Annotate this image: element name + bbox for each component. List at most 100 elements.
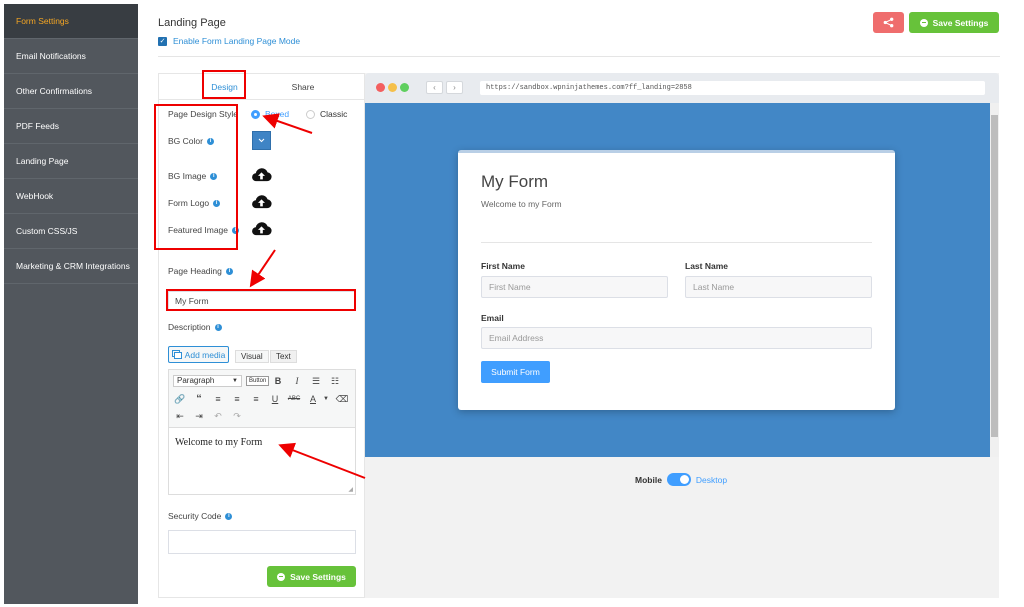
first-name-input[interactable]: First Name — [481, 276, 668, 298]
info-icon: i — [232, 226, 240, 234]
sidebar-item-custom-css-js[interactable]: Custom CSS/JS — [4, 214, 138, 249]
form-logo-text: Form Logo — [168, 198, 210, 208]
sidebar-item-landing-page[interactable]: Landing Page — [4, 144, 138, 179]
bg-color-label: BG Color i — [168, 136, 214, 146]
form-logo-cloud-upload-icon[interactable] — [251, 194, 272, 210]
last-name-label: Last Name — [685, 261, 728, 271]
chevron-down-icon: ▼ — [232, 378, 238, 384]
save-settings-bottom-button[interactable]: Save Settings — [267, 566, 356, 587]
info-icon: i — [225, 267, 233, 275]
tab-share[interactable]: Share — [279, 74, 327, 100]
radio-boxed-circle[interactable] — [251, 109, 260, 119]
strikethrough-icon[interactable]: ABC — [287, 393, 301, 406]
page-heading-input[interactable]: My Form — [168, 291, 355, 311]
numbered-list-icon[interactable]: ☷ — [328, 375, 342, 388]
save-settings-bottom-label: Save Settings — [290, 571, 346, 582]
share-icon — [883, 17, 894, 28]
submit-form-button[interactable]: Submit Form — [481, 361, 550, 383]
close-dot-icon — [376, 83, 385, 92]
device-toggle: Mobile Desktop — [635, 473, 727, 486]
enable-landing-row[interactable]: ✓ Enable Form Landing Page Mode — [158, 36, 300, 46]
blockquote-icon[interactable]: “ — [192, 393, 206, 406]
device-switch[interactable] — [666, 473, 691, 486]
paragraph-select-value: Paragraph — [177, 376, 215, 385]
tab-design[interactable]: Design — [203, 74, 246, 100]
form-title: My Form — [481, 172, 549, 191]
chevron-left-icon[interactable]: ‹ — [426, 81, 443, 94]
align-right-icon[interactable]: ≡ — [249, 393, 263, 406]
eraser-icon[interactable]: ⌫ — [335, 393, 349, 406]
sidebar-item-form-settings[interactable]: Form Settings — [4, 4, 138, 39]
description-editor: Paragraph ▼ Button B I ☰ ☷ 🔗 “ ≡ ≡ ≡ U AB… — [168, 369, 356, 495]
sidebar-item-marketing-crm[interactable]: Marketing & CRM Integrations — [4, 249, 138, 284]
sidebar-item-other-confirmations[interactable]: Other Confirmations — [4, 74, 138, 109]
sidebar-item-webhook[interactable]: WebHook — [4, 179, 138, 214]
editor-tab-text[interactable]: Text — [270, 350, 297, 363]
form-divider — [481, 242, 872, 243]
preview-scrollbar[interactable] — [990, 103, 999, 457]
bold-icon[interactable]: B — [271, 375, 285, 388]
save-settings-button[interactable]: Save Settings — [909, 12, 999, 33]
email-input[interactable]: Email Address — [481, 327, 872, 349]
bg-image-cloud-upload-icon[interactable] — [251, 167, 272, 183]
page-design-style-label: Page Design Style — [168, 109, 238, 119]
landing-preview-canvas: My Form Welcome to my Form First Name Fi… — [365, 103, 990, 457]
page-title: Landing Page — [158, 17, 226, 29]
page-design-style-text: Page Design Style — [168, 109, 238, 119]
undo-icon[interactable]: ↶ — [211, 410, 225, 423]
media-icon — [171, 350, 182, 359]
share-button[interactable] — [873, 12, 904, 33]
editor-tab-visual[interactable]: Visual — [235, 350, 269, 363]
button-shortcode-tool[interactable]: Button — [246, 376, 270, 386]
page-heading-text: Page Heading — [168, 266, 222, 276]
featured-image-cloud-upload-icon[interactable] — [251, 221, 272, 237]
chevron-down-icon[interactable]: ▼ — [319, 393, 333, 406]
form-description: Welcome to my Form — [481, 199, 562, 209]
divider — [158, 56, 1000, 57]
align-left-icon[interactable]: ≡ — [211, 393, 225, 406]
bullet-list-icon[interactable]: ☰ — [309, 375, 323, 388]
text-color-icon[interactable]: A — [306, 393, 320, 406]
desktop-label[interactable]: Desktop — [696, 475, 727, 485]
resize-handle-icon[interactable]: ◢ — [348, 486, 353, 493]
form-card: My Form Welcome to my Form First Name Fi… — [458, 150, 895, 410]
add-media-button[interactable]: Add media — [168, 346, 229, 363]
underline-icon[interactable]: U — [268, 393, 282, 406]
link-icon[interactable]: 🔗 — [173, 393, 187, 406]
description-textarea[interactable]: Welcome to my Form — [169, 428, 355, 488]
url-bar[interactable]: https://sandbox.wpninjathemes.com?ff_lan… — [480, 81, 985, 95]
bg-color-picker[interactable] — [252, 131, 271, 150]
enable-landing-checkbox[interactable]: ✓ — [158, 36, 167, 46]
enable-landing-label[interactable]: Enable Form Landing Page Mode — [173, 36, 300, 46]
page-heading-label: Page Heading i — [168, 266, 233, 276]
paragraph-select[interactable]: Paragraph ▼ — [173, 375, 242, 387]
sidebar-item-pdf-feeds[interactable]: PDF Feeds — [4, 109, 138, 144]
chevron-right-icon[interactable]: › — [446, 81, 463, 94]
save-icon — [277, 572, 286, 581]
radio-boxed-label: Boxed — [265, 109, 290, 119]
sidebar-item-email-notifications[interactable]: Email Notifications — [4, 39, 138, 74]
last-name-input[interactable]: Last Name — [685, 276, 872, 298]
radio-classic[interactable]: Classic — [306, 109, 347, 119]
panel-tabs: Design Share — [159, 74, 364, 100]
scrollbar-thumb[interactable] — [991, 115, 998, 437]
security-code-label: Security Code i — [168, 511, 233, 521]
info-icon: i — [225, 512, 233, 520]
redo-icon[interactable]: ↷ — [230, 410, 244, 423]
radio-classic-circle[interactable] — [306, 109, 315, 119]
indent-icon[interactable]: ⇥ — [192, 410, 206, 423]
radio-classic-label: Classic — [320, 109, 348, 119]
featured-image-label: Featured Image i — [168, 225, 240, 235]
italic-icon[interactable]: I — [290, 375, 304, 388]
radio-boxed[interactable]: Boxed — [251, 109, 289, 119]
mobile-label[interactable]: Mobile — [635, 475, 662, 485]
bg-image-label: BG Image i — [168, 171, 218, 181]
preview-browser: ‹ › https://sandbox.wpninjathemes.com?ff… — [365, 73, 999, 598]
align-center-icon[interactable]: ≡ — [230, 393, 244, 406]
first-name-label: First Name — [481, 261, 525, 271]
info-icon: i — [214, 323, 222, 331]
bg-color-text: BG Color — [168, 136, 203, 146]
chevron-down-icon — [258, 138, 265, 143]
outdent-icon[interactable]: ⇤ — [173, 410, 187, 423]
security-code-input[interactable] — [168, 530, 356, 554]
